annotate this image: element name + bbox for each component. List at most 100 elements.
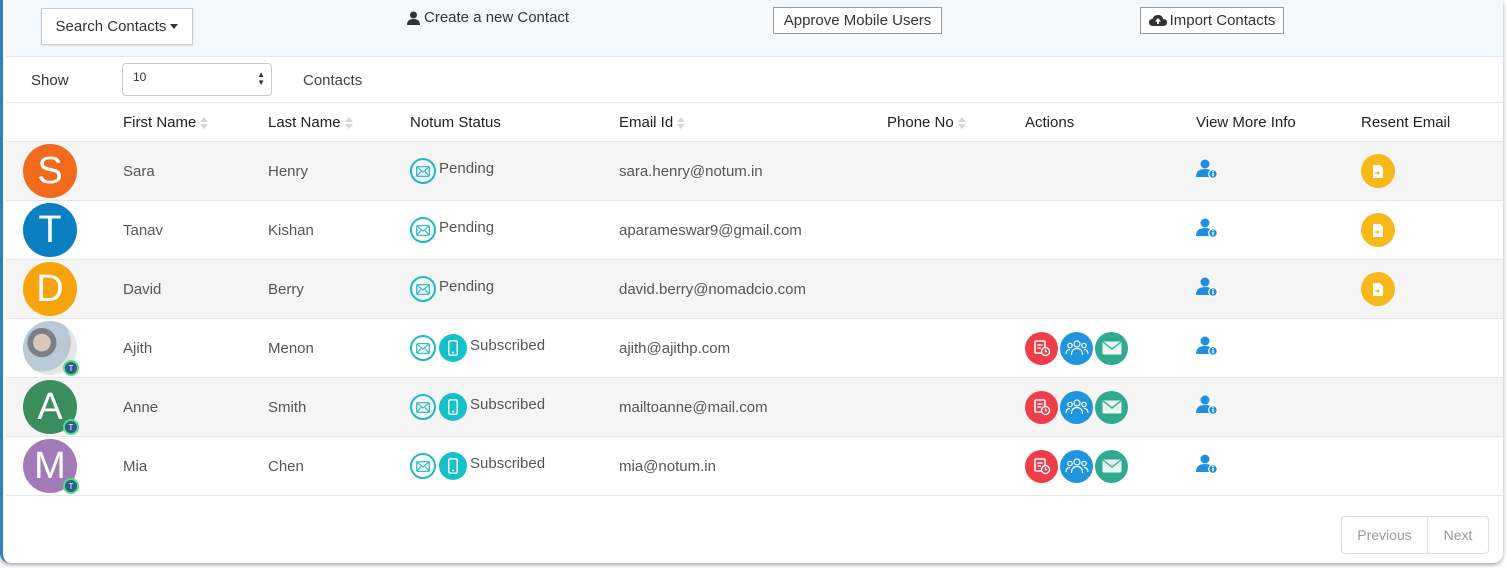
user-info-icon[interactable]: [1196, 277, 1218, 301]
mobile-status-icon: [439, 452, 467, 480]
avatar-cell: T: [6, 200, 123, 260]
previous-button[interactable]: Previous: [1342, 517, 1428, 553]
actions-cell: [1025, 377, 1196, 437]
email-status-icon: [410, 394, 436, 420]
task-reminder-icon[interactable]: [1025, 331, 1058, 365]
contacts-table: First Name Last Name Notum Status Email …: [6, 103, 1503, 496]
table-row: M T Mia Chen Subscribed mia@notum.in: [6, 436, 1503, 496]
search-contacts-label: Search Contacts: [55, 18, 167, 35]
approve-label: Approve Mobile Users: [783, 12, 932, 29]
header-last-name[interactable]: Last Name: [268, 103, 410, 142]
first-name-cell: Ajith: [123, 318, 268, 378]
user-info-icon[interactable]: [1196, 159, 1218, 183]
avatar-initial: T: [38, 208, 62, 251]
search-contacts-dropdown[interactable]: Search Contacts: [41, 8, 193, 45]
header-view-more: View More Info: [1196, 103, 1361, 142]
actions-cell: [1025, 436, 1196, 496]
resent-cell: [1361, 436, 1503, 496]
create-contact-label: Create a new Contact: [424, 9, 570, 26]
view-more-cell: [1196, 377, 1361, 437]
first-name-cell: Anne: [123, 377, 268, 437]
group-icon[interactable]: [1060, 331, 1093, 365]
email-status-icon: [410, 217, 436, 243]
email-cell: david.berry@nomadcio.com: [619, 259, 887, 319]
header-status: Notum Status: [410, 103, 619, 142]
email-cell: aparameswar9@gmail.com: [619, 200, 887, 260]
header-first-name[interactable]: First Name: [123, 103, 268, 142]
last-name-cell: Kishan: [268, 200, 410, 260]
send-message-icon[interactable]: [1095, 331, 1128, 365]
group-icon[interactable]: [1060, 390, 1093, 424]
table-row: S Sara Henry Pending sara.henry@notum.in: [6, 141, 1503, 201]
resent-cell: [1361, 318, 1503, 378]
phone-cell: [887, 259, 1025, 319]
status-cell: Pending: [410, 200, 619, 260]
avatar: D: [23, 262, 77, 316]
avatar: S: [23, 144, 77, 198]
resend-email-icon[interactable]: [1361, 272, 1395, 306]
import-contacts-button[interactable]: Import Contacts: [1140, 7, 1284, 34]
table-row: D David Berry Pending david.berry@nomadcio.c…: [6, 259, 1503, 319]
resend-email-icon[interactable]: [1361, 213, 1395, 247]
view-more-cell: [1196, 200, 1361, 260]
avatar-cell: AT: [6, 377, 123, 437]
header-phone-label: Phone No: [887, 113, 954, 131]
avatar-cell: MT: [6, 436, 123, 496]
sort-icon: [200, 116, 209, 129]
mobile-badge-icon: T: [63, 478, 79, 494]
user-info-icon[interactable]: [1196, 336, 1218, 360]
resent-cell: [1361, 377, 1503, 437]
actions-cell: [1025, 141, 1196, 201]
status-cell: Subscribed: [410, 377, 619, 437]
status-text: Subscribed: [470, 336, 546, 354]
task-reminder-icon[interactable]: [1025, 449, 1058, 483]
email-cell: mailtoanne@mail.com: [619, 377, 887, 437]
resent-cell: [1361, 259, 1503, 319]
avatar-cell: D: [6, 259, 123, 319]
avatar-header: [6, 103, 123, 142]
send-message-icon[interactable]: [1095, 390, 1128, 424]
group-icon[interactable]: [1060, 449, 1093, 483]
contacts-label: Contacts: [303, 72, 363, 89]
status-cell: Pending: [410, 141, 619, 201]
mobile-status-icon: [439, 393, 467, 421]
mobile-badge-icon: T: [63, 360, 79, 376]
actions-cell: [1025, 318, 1196, 378]
view-more-cell: [1196, 436, 1361, 496]
mobile-badge-icon: T: [63, 419, 79, 435]
send-message-icon[interactable]: [1095, 449, 1128, 483]
avatar-initial: S: [37, 149, 63, 192]
header-view-more-label: View More Info: [1196, 113, 1296, 131]
sort-icon: [957, 116, 966, 129]
page-size-value: 10: [133, 70, 147, 84]
user-info-icon[interactable]: [1196, 395, 1218, 419]
create-contact-link[interactable]: Create a new Contact: [407, 9, 569, 26]
email-status-icon: [410, 335, 436, 361]
phone-cell: [887, 377, 1025, 437]
next-button[interactable]: Next: [1428, 517, 1488, 553]
header-actions: Actions: [1025, 103, 1196, 142]
user-info-icon[interactable]: [1196, 454, 1218, 478]
task-reminder-icon[interactable]: [1025, 390, 1058, 424]
user-info-icon[interactable]: [1196, 218, 1218, 242]
header-resent: Resent Email: [1361, 103, 1503, 142]
first-name-cell: Tanav: [123, 200, 268, 260]
header-email[interactable]: Email Id: [619, 103, 887, 142]
last-name-cell: Henry: [268, 141, 410, 201]
header-phone[interactable]: Phone No: [887, 103, 1025, 142]
status-cell: Subscribed: [410, 318, 619, 378]
user-icon: [407, 11, 420, 25]
table-row: T Ajith Menon Subscribed ajith@ajithp.com: [6, 318, 1503, 378]
resend-email-icon[interactable]: [1361, 154, 1395, 188]
approve-mobile-users-button[interactable]: Approve Mobile Users: [773, 7, 942, 34]
avatar-initial: D: [36, 267, 64, 310]
status-text: Pending: [439, 277, 495, 295]
avatar: T: [23, 321, 79, 376]
avatar: T: [23, 203, 77, 257]
avatar-cell: T: [6, 318, 123, 378]
status-cell: Pending: [410, 259, 619, 319]
page-size-select[interactable]: 10 ▲ ▼: [122, 63, 272, 96]
header-actions-label: Actions: [1025, 113, 1075, 131]
phone-cell: [887, 436, 1025, 496]
pagination: Previous Next: [1341, 516, 1489, 554]
